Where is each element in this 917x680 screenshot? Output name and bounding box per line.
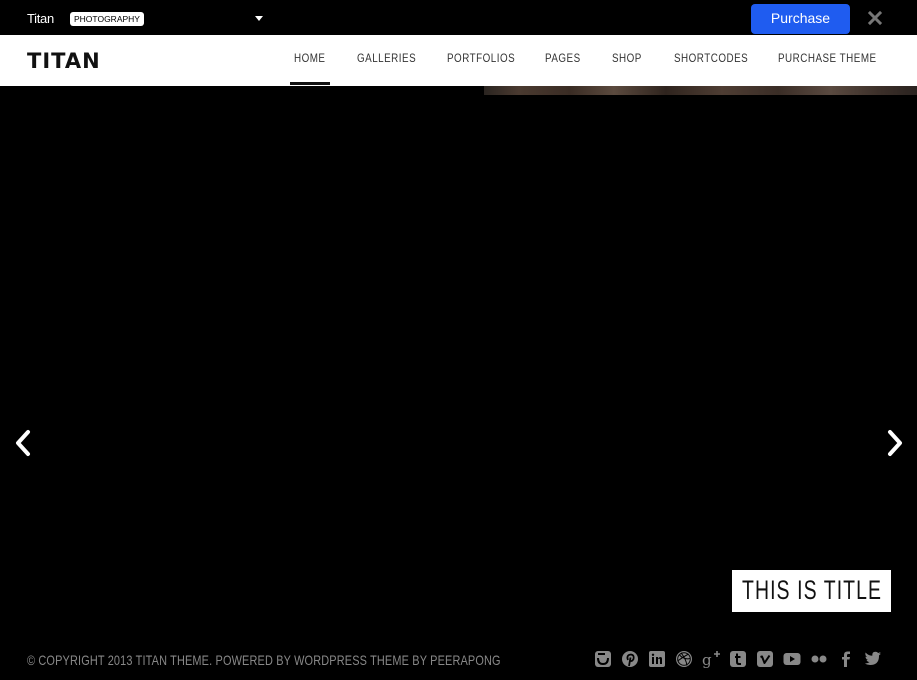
svg-text:g: g <box>702 651 712 668</box>
dribbble-icon[interactable] <box>675 650 693 668</box>
instagram-icon[interactable] <box>594 650 612 668</box>
nav-item-shortcodes[interactable]: SHORTCODES <box>674 51 748 65</box>
site-header: TITAN HOME GALLERIES PORTFOLIOS PAGES SH… <box>0 35 917 86</box>
twitter-icon[interactable] <box>864 650 882 668</box>
nav-item-pages[interactable]: PAGES <box>545 51 581 65</box>
google-plus-icon[interactable]: g <box>702 650 720 668</box>
nav-item-purchase-theme[interactable]: PURCHASE THEME <box>778 51 877 65</box>
pinterest-icon[interactable] <box>621 650 639 668</box>
caret-down-icon[interactable] <box>255 16 263 21</box>
purchase-button[interactable]: Purchase <box>751 4 850 34</box>
demo-theme-title: Titan <box>27 11 54 26</box>
slide-image <box>484 86 917 95</box>
nav-item-home[interactable]: HOME <box>294 51 325 65</box>
main-nav: HOME GALLERIES PORTFOLIOS PAGES SHOP SHO… <box>0 35 917 86</box>
nav-item-portfolios[interactable]: PORTFOLIOS <box>447 51 515 65</box>
demo-bar: Titan PHOTOGRAPHY Purchase <box>0 0 917 35</box>
flickr-icon[interactable] <box>810 650 828 668</box>
linkedin-icon[interactable] <box>648 650 666 668</box>
nav-item-galleries[interactable]: GALLERIES <box>357 51 416 65</box>
nav-item-shop[interactable]: SHOP <box>612 51 642 65</box>
slide-caption[interactable]: THIS IS TITLE <box>732 570 891 612</box>
chevron-right-icon[interactable] <box>885 429 905 457</box>
vimeo-icon[interactable] <box>756 650 774 668</box>
close-icon[interactable] <box>866 9 884 27</box>
youtube-icon[interactable] <box>783 650 801 668</box>
hero-slider: THIS IS TITLE <box>0 86 917 680</box>
copyright-text: © COPYRIGHT 2013 TITAN THEME. POWERED BY… <box>27 652 501 668</box>
tumblr-icon[interactable] <box>729 650 747 668</box>
chevron-left-icon[interactable] <box>13 429 33 457</box>
slide-caption-text: THIS IS TITLE <box>742 575 883 605</box>
nav-active-indicator <box>290 82 330 85</box>
facebook-icon[interactable] <box>837 650 855 668</box>
demo-theme-badge: PHOTOGRAPHY <box>70 12 144 26</box>
